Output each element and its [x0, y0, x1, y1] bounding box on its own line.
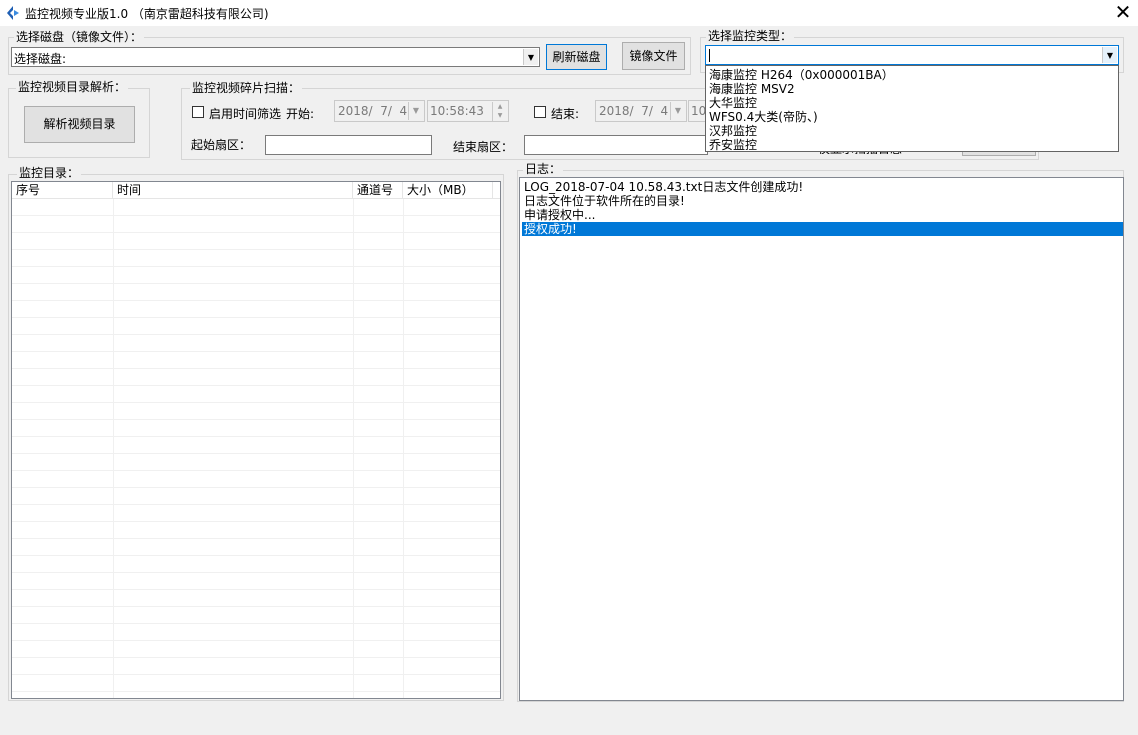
list-header: 序号 时间 通道号 大小（MB） — [12, 182, 500, 199]
start-sector-input[interactable] — [265, 135, 432, 155]
grid-line — [403, 199, 404, 698]
start-date-value: 2018/ 7/ 4 — [338, 104, 408, 118]
text-cursor — [709, 49, 710, 62]
column-header-time[interactable]: 时间 — [113, 182, 353, 199]
app-logo-icon — [7, 6, 19, 20]
end-date-picker[interactable]: 2018/ 7/ 4 ▼ — [595, 100, 687, 122]
chevron-down-icon[interactable]: ▼ — [1102, 47, 1117, 63]
table-row[interactable] — [12, 216, 500, 233]
grid-line — [500, 199, 501, 698]
start-sector-label: 起始扇区： — [191, 138, 252, 152]
start-time-value: 10:58:43 — [430, 104, 484, 118]
table-row[interactable] — [12, 641, 500, 658]
log-line-selected[interactable]: 授权成功! — [522, 222, 1123, 236]
table-row[interactable] — [12, 437, 500, 454]
table-row[interactable] — [12, 199, 500, 216]
table-row[interactable] — [12, 658, 500, 675]
end-sector-input[interactable] — [524, 135, 708, 155]
table-row[interactable] — [12, 590, 500, 607]
table-row[interactable] — [12, 454, 500, 471]
table-row[interactable] — [12, 556, 500, 573]
monitor-type-select[interactable]: ▼ — [705, 45, 1119, 65]
table-row[interactable] — [12, 522, 500, 539]
table-row[interactable] — [12, 471, 500, 488]
table-row[interactable] — [12, 624, 500, 641]
table-row[interactable] — [12, 386, 500, 403]
spin-up-icon[interactable]: ▲ — [492, 102, 507, 111]
dropdown-option[interactable]: WFS0.4大类(帝防、) — [707, 110, 1117, 124]
window-title: 监控视频专业版1.0 （南京雷超科技有限公司) — [25, 7, 269, 21]
log-line[interactable]: 日志文件位于软件所在的目录! — [522, 194, 1123, 208]
dropdown-option[interactable]: 海康监控 H264（0x000001BA） — [707, 68, 1117, 82]
end-sector-label: 结束扇区： — [453, 140, 514, 154]
dropdown-option[interactable]: 乔安监控 — [707, 138, 1117, 152]
column-header-size[interactable]: 大小（MB） — [403, 182, 493, 199]
enable-time-filter-checkbox[interactable] — [192, 106, 204, 118]
table-row[interactable] — [12, 267, 500, 284]
chevron-down-icon[interactable]: ▼ — [523, 49, 538, 65]
directory-group-label: 监控目录： — [17, 166, 82, 180]
directory-list[interactable]: 序号 时间 通道号 大小（MB） — [11, 181, 501, 699]
table-row[interactable] — [12, 539, 500, 556]
grid-line — [353, 199, 354, 698]
chevron-down-icon[interactable]: ▼ — [670, 102, 685, 120]
table-row[interactable] — [12, 352, 500, 369]
end-date-value: 2018/ 7/ 4 — [599, 104, 669, 118]
chevron-down-icon[interactable]: ▼ — [408, 102, 423, 120]
end-time-value: 10 — [691, 104, 706, 118]
disk-select[interactable]: 选择磁盘: ▼ — [11, 47, 540, 67]
dropdown-option[interactable]: 汉邦监控 — [707, 124, 1117, 138]
spin-down-icon[interactable]: ▼ — [492, 111, 507, 121]
dropdown-option[interactable]: 大华监控 — [707, 96, 1117, 110]
table-row[interactable] — [12, 318, 500, 335]
scan-group-label: 监控视频碎片扫描： — [190, 81, 303, 95]
parse-group-label: 监控视频目录解析： — [16, 80, 129, 94]
table-row[interactable] — [12, 675, 500, 692]
start-label: 开始: — [286, 107, 315, 121]
image-file-button[interactable]: 镜像文件 — [622, 42, 685, 70]
table-row[interactable] — [12, 573, 500, 590]
grid-line — [113, 199, 114, 698]
disk-group-label: 选择磁盘（镜像文件）： — [14, 30, 145, 44]
log-list[interactable]: LOG_2018-07-04 10.58.43.txt日志文件创建成功! 日志文… — [519, 177, 1124, 701]
parse-directory-button[interactable]: 解析视频目录 — [24, 106, 135, 143]
refresh-disk-button[interactable]: 刷新磁盘 — [546, 44, 607, 70]
disk-select-value: 选择磁盘: — [14, 52, 67, 66]
table-row[interactable] — [12, 505, 500, 522]
dropdown-option[interactable]: 海康监控 MSV2 — [707, 82, 1117, 96]
table-row[interactable] — [12, 420, 500, 437]
table-row[interactable] — [12, 250, 500, 267]
start-date-picker[interactable]: 2018/ 7/ 4 ▼ — [334, 100, 425, 122]
table-row[interactable] — [12, 284, 500, 301]
table-row[interactable] — [12, 607, 500, 624]
table-row[interactable] — [12, 335, 500, 352]
monitor-type-dropdown: 海康监控 H264（0x000001BA） 海康监控 MSV2 大华监控 WFS… — [705, 65, 1119, 152]
end-time-picker[interactable]: 10 — [688, 100, 706, 122]
table-row[interactable] — [12, 369, 500, 386]
title-bar: 监控视频专业版1.0 （南京雷超科技有限公司) ✕ — [0, 0, 1138, 26]
start-time-picker[interactable]: 10:58:43 ▲ ▼ — [427, 100, 509, 122]
column-header-channel[interactable]: 通道号 — [353, 182, 403, 199]
table-row[interactable] — [12, 233, 500, 250]
table-row[interactable] — [12, 692, 500, 698]
monitor-type-label: 选择监控类型： — [706, 29, 795, 43]
log-line[interactable]: 申请授权中... — [522, 208, 1123, 222]
log-line[interactable]: LOG_2018-07-04 10.58.43.txt日志文件创建成功! — [522, 180, 1123, 194]
table-row[interactable] — [12, 301, 500, 318]
end-label: 结束: — [551, 107, 580, 121]
table-row[interactable] — [12, 403, 500, 420]
enable-time-filter-label: 启用时间筛选 — [209, 107, 282, 121]
table-row[interactable] — [12, 488, 500, 505]
log-group-label: 日志： — [523, 162, 564, 176]
close-icon[interactable]: ✕ — [1110, 0, 1136, 24]
column-header-index[interactable]: 序号 — [12, 182, 113, 199]
end-time-checkbox[interactable] — [534, 106, 546, 118]
